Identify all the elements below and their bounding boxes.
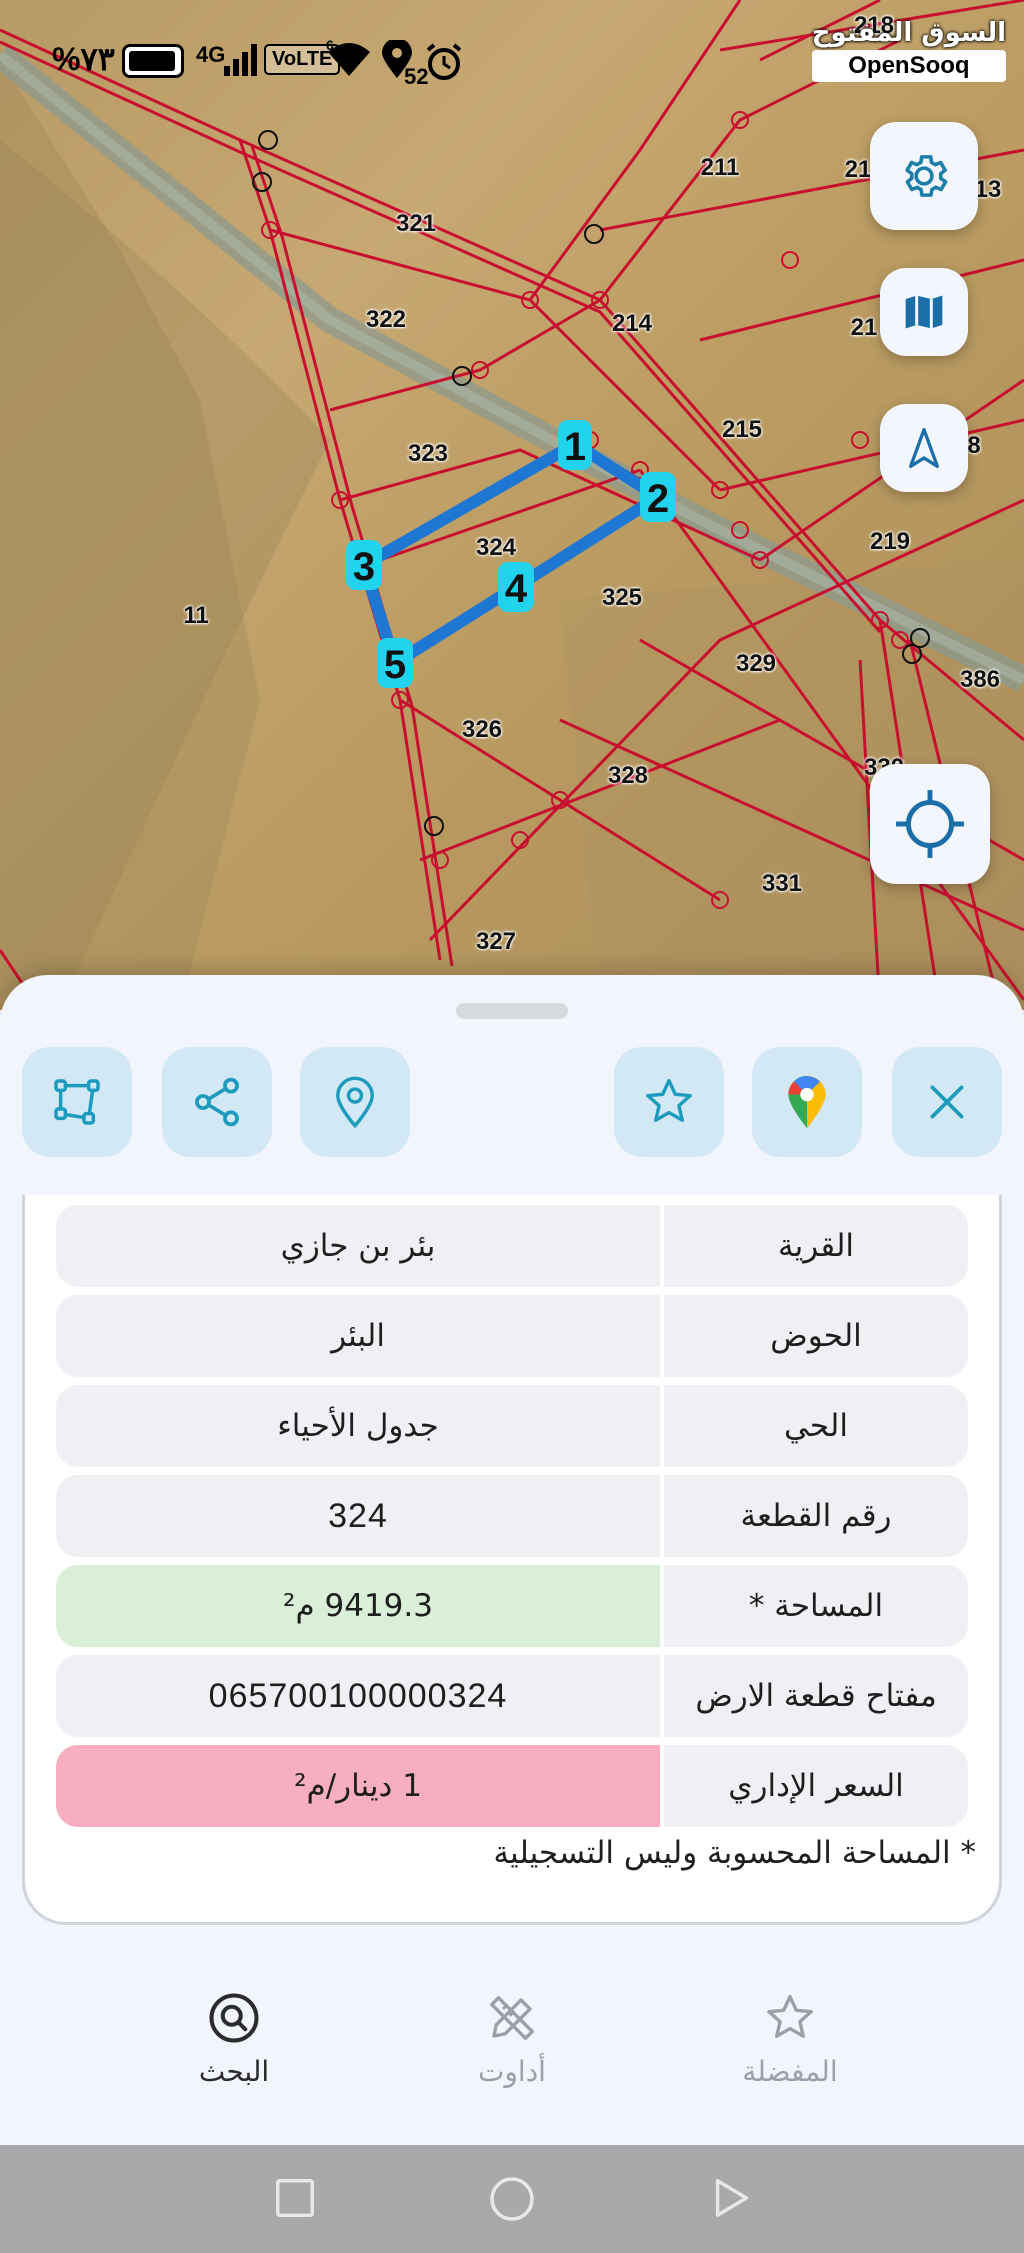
google-maps-icon	[788, 1075, 826, 1129]
google-maps-button[interactable]	[752, 1047, 862, 1157]
alarm-icon	[424, 42, 464, 87]
signal-icon	[224, 44, 258, 81]
detail-label: المساحة *	[664, 1565, 968, 1647]
vertex-marker-2[interactable]: 2	[640, 472, 676, 522]
recents-button[interactable]	[272, 2175, 318, 2225]
watermark-arabic: السوق المفتوح	[811, 18, 1006, 48]
vertex-label: 5	[384, 643, 406, 687]
location-pin-icon	[336, 1076, 374, 1129]
detail-row-land-key: مفتاح قطعة الارض 065700100000324	[56, 1655, 968, 1737]
crosshair-icon	[896, 790, 964, 858]
vertex-marker-4[interactable]: 4	[498, 562, 534, 612]
pencil-ruler-icon	[490, 1996, 534, 2040]
compass-button[interactable]	[880, 404, 968, 492]
detail-label: الحوض	[664, 1295, 968, 1377]
detail-row-village: القرية بئر بن جازي	[56, 1205, 968, 1287]
star-icon	[646, 1078, 692, 1122]
nav-label: أداوت	[478, 2055, 546, 2088]
nav-search[interactable]: البحث	[144, 1985, 324, 2088]
vertex-label: 3	[353, 545, 375, 589]
network-type: 4G	[196, 42, 226, 67]
detail-row-parcel-number: رقم القطعة 324	[56, 1475, 968, 1557]
share-icon	[195, 1077, 239, 1127]
favorite-button[interactable]	[614, 1047, 724, 1157]
battery-icon	[122, 44, 184, 78]
draw-polygon-button[interactable]	[22, 1047, 132, 1157]
back-button[interactable]	[708, 2175, 754, 2225]
opensooq-watermark: السوق المفتوح OpenSooq	[811, 18, 1006, 82]
sheet-drag-handle[interactable]	[456, 1003, 568, 1019]
detail-label: السعر الإداري	[664, 1745, 968, 1827]
watermark-english: OpenSooq	[811, 50, 1006, 82]
system-navigation-bar	[0, 2145, 1024, 2253]
vertex-marker-1[interactable]: 1	[558, 420, 592, 470]
vertex-marker-5[interactable]: 5	[377, 638, 413, 688]
map-view[interactable]: 218 211 21 13 321 322 214 21 323 215 8 3…	[0, 0, 1024, 1010]
gear-icon	[905, 155, 948, 197]
area-footnote: * المساحة المحسوبة وليس التسجيلية	[493, 1835, 976, 1871]
circle-icon	[490, 2177, 534, 2221]
battery-percent: %٧٣	[52, 41, 115, 77]
detail-label: القرية	[664, 1205, 968, 1287]
wifi-icon: 6	[324, 37, 374, 83]
triangle-back-icon	[715, 2179, 749, 2217]
nav-favorites[interactable]: المفضلة	[700, 1985, 880, 2088]
nav-label: المفضلة	[742, 2055, 838, 2088]
detail-row-area: المساحة * 9419.3 م²	[56, 1565, 968, 1647]
nav-label: البحث	[198, 2055, 270, 2088]
wifi-level: 6	[326, 38, 334, 53]
navigation-arrow-icon	[909, 427, 939, 468]
home-button[interactable]	[488, 2175, 536, 2227]
detail-label: رقم القطعة	[664, 1475, 968, 1557]
map-layers-button[interactable]	[880, 268, 968, 356]
vertex-label: 2	[647, 477, 669, 521]
detail-row-district: الحي جدول الأحياء	[56, 1385, 968, 1467]
detail-label: الحي	[664, 1385, 968, 1467]
search-icon	[209, 1993, 259, 2043]
nav-tools[interactable]: أداوت	[422, 1985, 602, 2088]
location-pin-button[interactable]	[300, 1047, 410, 1157]
close-button[interactable]	[892, 1047, 1002, 1157]
detail-value: جدول الأحياء	[56, 1385, 660, 1467]
detail-value: 324	[56, 1475, 660, 1557]
close-icon	[930, 1085, 964, 1119]
vertex-label: 4	[505, 567, 528, 611]
share-button[interactable]	[162, 1047, 272, 1157]
map-icon	[905, 295, 943, 329]
detail-row-basin: الحوض البئر	[56, 1295, 968, 1377]
detail-value: 065700100000324	[56, 1655, 660, 1737]
detail-row-admin-price: السعر الإداري 1 دينار/م²	[56, 1745, 968, 1827]
vertex-label: 1	[564, 425, 586, 469]
detail-value: بئر بن جازي	[56, 1205, 660, 1287]
detail-value: البئر	[56, 1295, 660, 1377]
star-icon	[767, 1994, 813, 2038]
my-location-button[interactable]	[870, 764, 990, 884]
detail-value: 9419.3 م²	[56, 1565, 660, 1647]
square-icon	[276, 2179, 314, 2217]
detail-value: 1 دينار/م²	[56, 1745, 660, 1827]
detail-label: مفتاح قطعة الارض	[664, 1655, 968, 1737]
vertex-marker-3[interactable]: 3	[346, 540, 382, 590]
polygon-icon	[54, 1079, 100, 1125]
parcel-details-sheet: القرية بئر بن جازي الحوض البئر الحي جدول…	[0, 975, 1024, 2145]
settings-button[interactable]	[870, 122, 978, 230]
